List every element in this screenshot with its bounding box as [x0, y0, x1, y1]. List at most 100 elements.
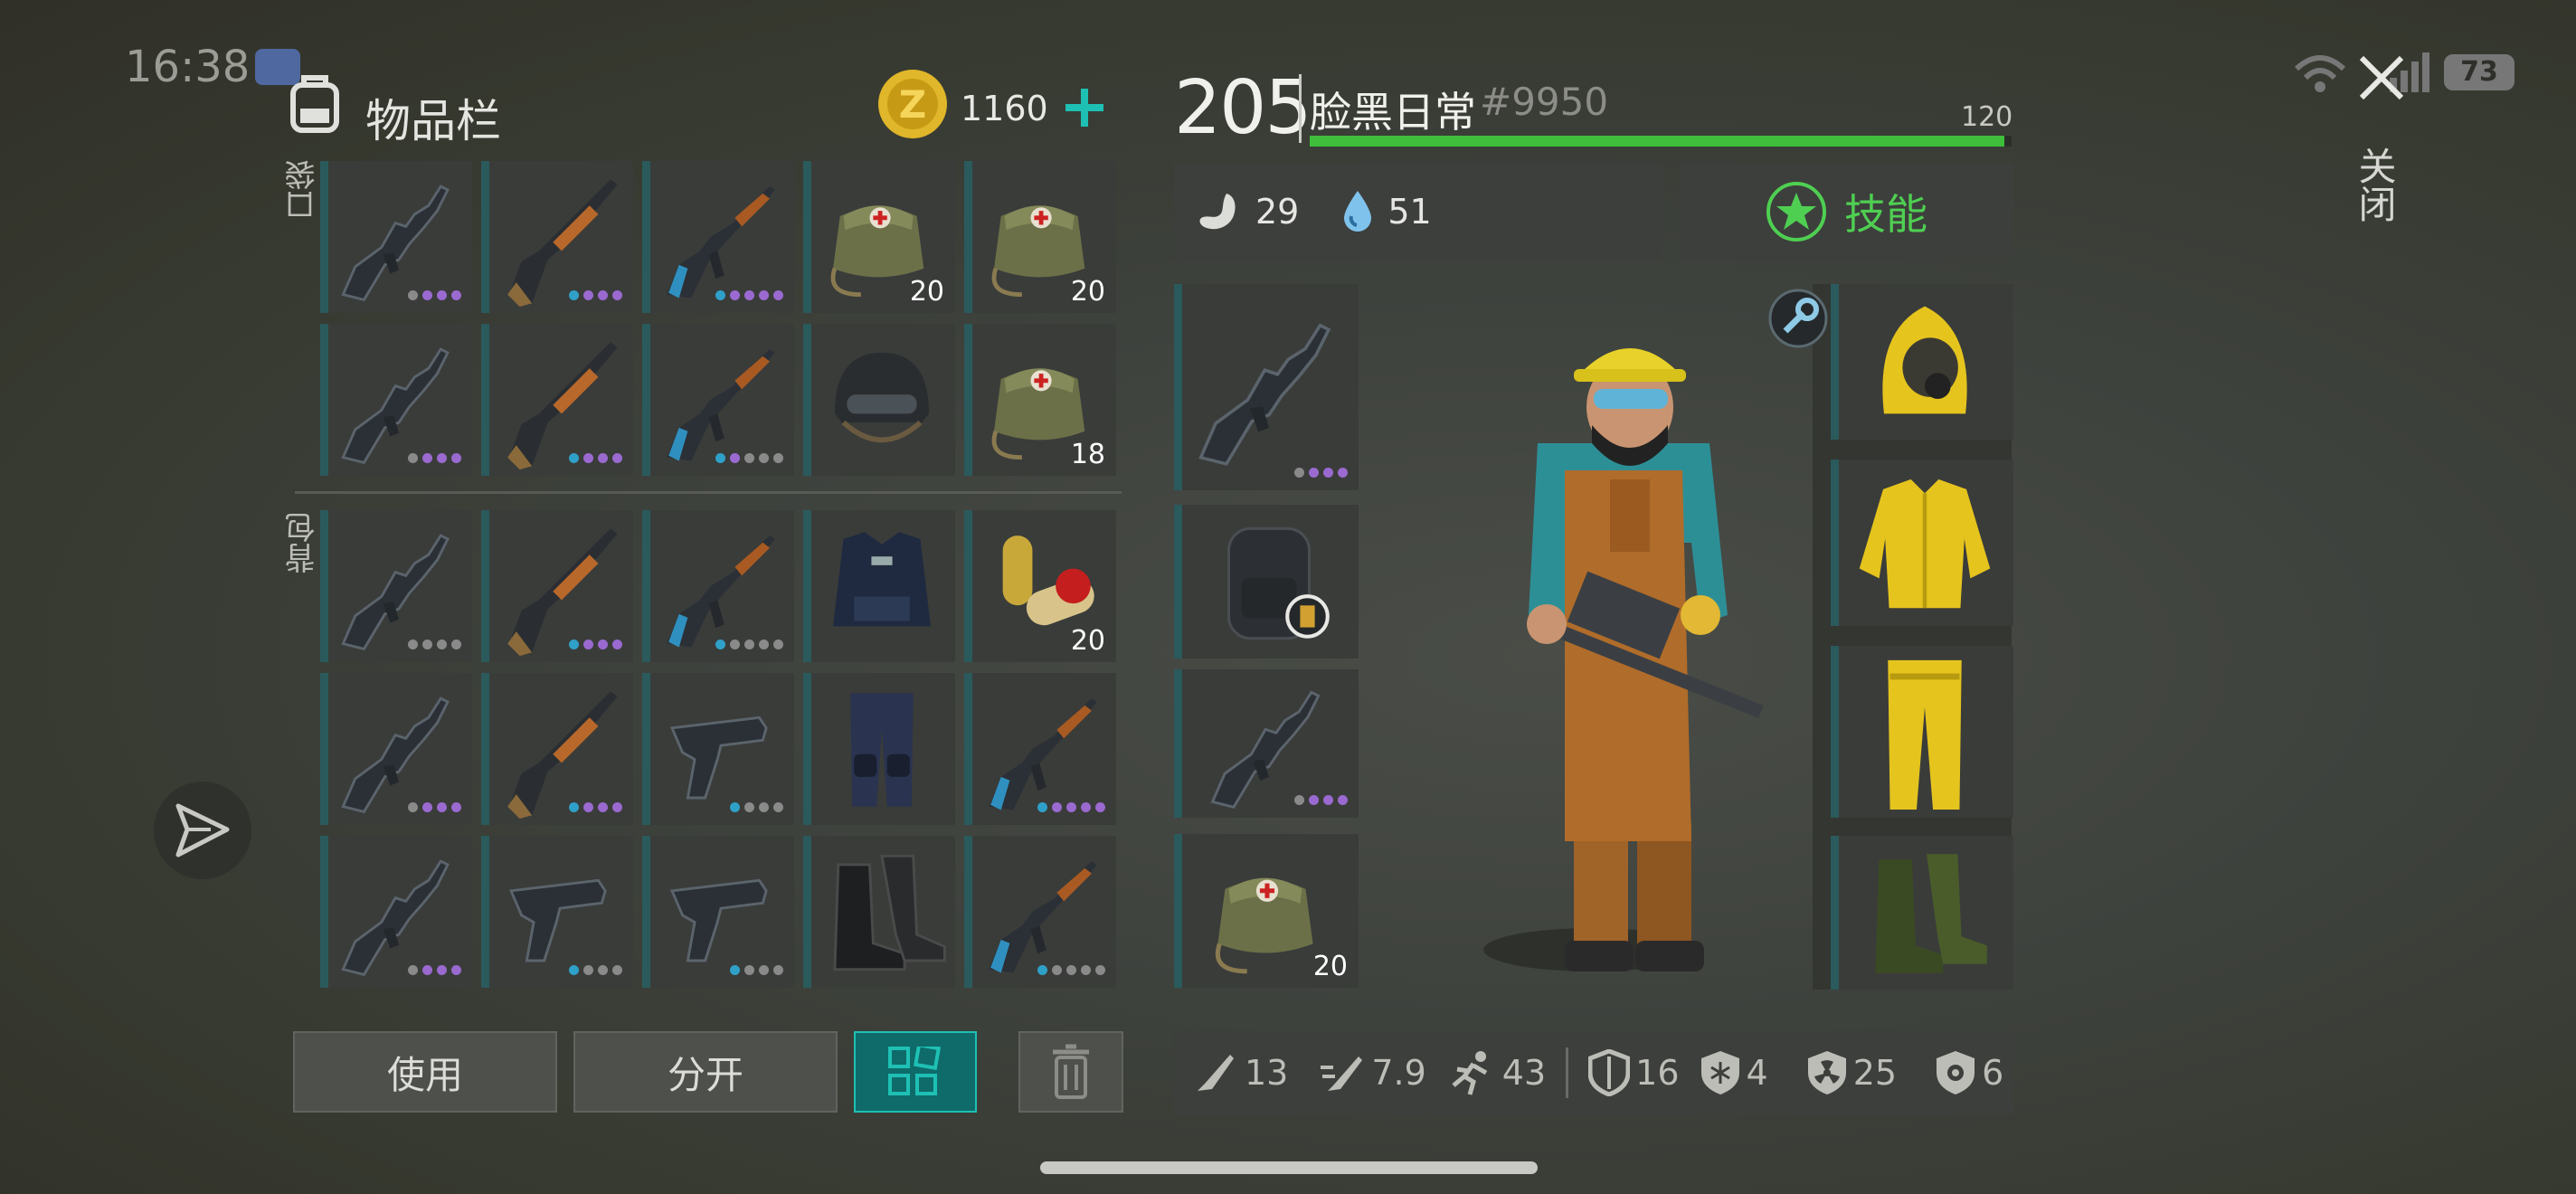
equipment-slot[interactable]: 20: [1174, 834, 1359, 988]
add-coins-icon[interactable]: [1062, 85, 1107, 130]
rarity-dot: [451, 290, 461, 300]
backpack-slot[interactable]: [964, 836, 1116, 988]
rarity-dot: [451, 802, 461, 812]
pocket-slot[interactable]: [320, 324, 472, 476]
section-divider: [295, 491, 1122, 494]
stat-melee: 13: [1192, 1049, 1288, 1096]
inventory-title: 物品栏: [365, 95, 501, 147]
backpack-slot[interactable]: [964, 673, 1116, 825]
rarity-dot: [408, 290, 418, 300]
rarity-dot: [598, 802, 608, 812]
svg-text:Z: Z: [899, 82, 926, 127]
backpack-slot[interactable]: [642, 510, 794, 662]
equipment-slot[interactable]: [1174, 284, 1359, 490]
backpack-slot[interactable]: [803, 510, 955, 662]
pocket-slot[interactable]: 20: [964, 161, 1116, 313]
clothing-slot[interactable]: [1831, 460, 2013, 626]
rarity-dots: [1037, 965, 1105, 975]
backpack-slot[interactable]: [481, 673, 633, 825]
pocket-slot[interactable]: [642, 324, 794, 476]
backpack-slot[interactable]: [642, 673, 794, 825]
item-count: 20: [1070, 625, 1105, 657]
rarity-dot: [437, 640, 447, 649]
rarity-dot: [759, 965, 769, 975]
armor-value: 16: [1635, 1053, 1680, 1093]
backpack-slot[interactable]: [481, 836, 633, 988]
equipment-slot[interactable]: [1174, 505, 1359, 659]
rarity-dot: [612, 290, 622, 300]
close-icon[interactable]: [2356, 52, 2407, 103]
clothing-slot[interactable]: [1831, 646, 2013, 818]
battery-icon: 73: [2444, 54, 2514, 90]
hazmat-hood-icon: [1882, 306, 1967, 414]
tactical-vest-icon: [833, 532, 931, 627]
stat-run: 43: [1446, 1049, 1546, 1096]
backpack-slot[interactable]: [320, 673, 472, 825]
rarity-dot: [1081, 965, 1091, 975]
delete-button[interactable]: [1018, 1031, 1123, 1113]
rarity-dot: [1309, 468, 1319, 478]
star-icon: [1766, 182, 1826, 242]
equipment-slot[interactable]: [1174, 669, 1359, 818]
rarity-dot: [730, 290, 740, 300]
pocket-slot[interactable]: [803, 324, 955, 476]
clothing-slot[interactable]: [1831, 284, 2013, 440]
rarity-dot: [1081, 802, 1091, 812]
pocket-slot[interactable]: 20: [803, 161, 955, 313]
rarity-dot: [569, 290, 579, 300]
backpack-slot[interactable]: [642, 836, 794, 988]
coin-count: 1160: [961, 89, 1048, 128]
item-count: 20: [1312, 951, 1348, 982]
backpack-slot[interactable]: [481, 510, 633, 662]
rarity-dots: [408, 290, 461, 300]
stomach-icon: [1199, 194, 1236, 230]
shield-icon: [1588, 1049, 1631, 1096]
pocket-slot[interactable]: [320, 161, 472, 313]
rarity-dot: [422, 802, 432, 812]
rarity-dot: [569, 453, 579, 463]
rarity-dot: [408, 965, 418, 975]
pocket-slot[interactable]: [481, 324, 633, 476]
pocket-slot[interactable]: [642, 161, 794, 313]
xp-bar-fill: [1310, 136, 2005, 147]
rarity-dot: [612, 453, 622, 463]
backpack-slot[interactable]: [320, 510, 472, 662]
pocket-slot[interactable]: [481, 161, 633, 313]
rarity-dot: [773, 290, 783, 300]
cold-value: 4: [1746, 1053, 1768, 1093]
backpack-slot[interactable]: [803, 673, 955, 825]
player-name: 脸黑日常: [1310, 88, 1476, 137]
water-value: 51: [1387, 192, 1432, 232]
rarity-dot: [759, 290, 769, 300]
rarity-dots: [730, 965, 783, 975]
radiation-shield-icon: [1807, 1051, 1846, 1094]
item-count: 20: [1070, 276, 1105, 308]
tactical-pants-icon: [850, 693, 914, 807]
chat-send-button[interactable]: [154, 782, 251, 879]
backpack-slot[interactable]: 20: [964, 510, 1116, 662]
player-level: 205: [1174, 65, 1312, 151]
skills-button[interactable]: 技能: [1679, 163, 2013, 261]
rarity-dots: [569, 802, 622, 812]
status-time: 16:38: [125, 42, 251, 92]
rarity-dot: [422, 640, 432, 649]
backpack-slot[interactable]: [320, 836, 472, 988]
split-button[interactable]: 分开: [573, 1031, 838, 1113]
stat-armor: 16: [1588, 1049, 1680, 1096]
rarity-dots: [569, 640, 622, 649]
rarity-dot: [583, 965, 593, 975]
skills-label: 技能: [1844, 190, 1927, 239]
pocket-slot[interactable]: 18: [964, 324, 1116, 476]
attack-speed-value: 7.9: [1371, 1053, 1426, 1093]
clothing-slot[interactable]: [1831, 836, 2013, 990]
use-button[interactable]: 使用: [293, 1031, 557, 1113]
hazmat-jacket-icon: [1859, 479, 1991, 609]
rarity-dot: [759, 640, 769, 649]
repair-wrench-icon[interactable]: [1767, 288, 1829, 349]
close-label[interactable]: 关闭: [2353, 147, 2402, 223]
level-divider: [1299, 74, 1302, 143]
backpack-slot[interactable]: [803, 836, 955, 988]
grid-sort-icon: [888, 1047, 942, 1095]
rarity-dot: [569, 640, 579, 649]
sort-button[interactable]: [854, 1031, 977, 1113]
